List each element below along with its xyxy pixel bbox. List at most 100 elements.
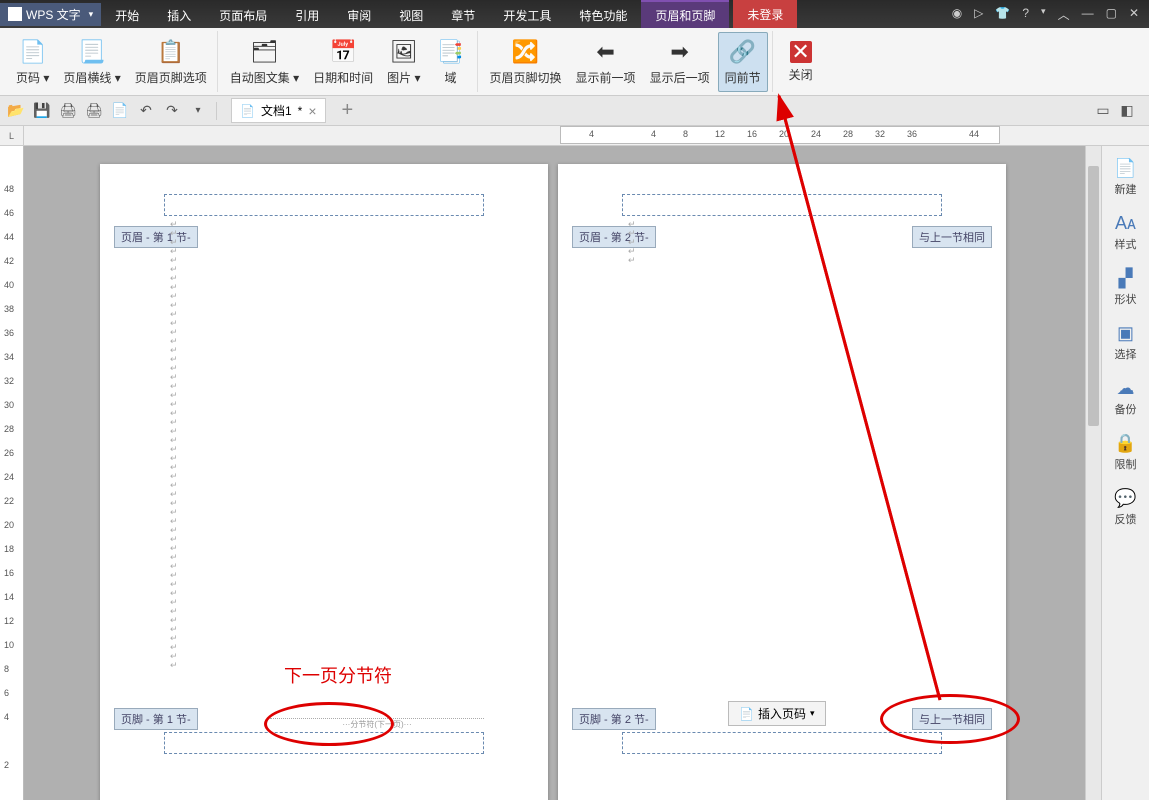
sidepane-new[interactable]: 📄新建 [1106,152,1146,203]
page2-footer-label: 页脚 - 第 2 节- [572,708,656,730]
redo-icon[interactable]: ↷ [162,101,182,121]
vertical-scrollbar[interactable] [1085,146,1101,800]
feedback-icon: 💬 [1114,488,1136,509]
tab-section[interactable]: 章节 [437,0,489,28]
vertical-ruler[interactable]: 48 46 44 42 40 38 36 34 32 30 28 26 24 2… [0,146,24,800]
switch-hf-button[interactable]: 🔀 页眉页脚切换 [484,32,568,92]
page2-header-area[interactable] [622,194,942,216]
doc-icon: 📄 [240,104,255,118]
tab-review[interactable]: 审阅 [333,0,385,28]
options-icon: 📋 [157,38,185,66]
undo-icon[interactable]: ↶ [136,101,156,121]
header-line-button[interactable]: 📃 页眉横线 ▾ [57,32,126,92]
section-break-annotation: 下一页分节符 [284,662,392,688]
auto-gallery-button[interactable]: 🗂 自动图文集 ▾ [224,32,305,92]
indicator-icon[interactable]: ▭ [1093,101,1113,121]
editor-area: 48 46 44 42 40 38 36 34 32 30 28 26 24 2… [0,146,1101,800]
titlebar-right-icons: ◉ ▷ 👕 ? ▾ ︿ — ▢ ✕ [942,6,1149,23]
section-break-marker: ···分节符(下一页)··· [270,718,484,730]
page1-header-area[interactable] [164,194,484,216]
backup-icon: ☁ [1117,378,1135,399]
tab-page-layout[interactable]: 页面布局 [205,0,281,28]
new-doc-icon: 📄 [1114,158,1136,179]
close-icon[interactable]: ✕ [1129,6,1139,23]
shape-icon: ▞ [1119,268,1133,289]
menu-tabs: 开始 插入 页面布局 引用 审阅 视图 章节 开发工具 特色功能 页眉和页脚 未… [101,0,797,28]
ruler-corner[interactable]: L [0,126,24,145]
tab-insert[interactable]: 插入 [153,0,205,28]
pages-container: 页眉 - 第 1 节- ↵↵↵↵↵↵↵↵↵↵↵↵↵↵↵↵↵↵↵↵↵↵↵↵↵↵↵↵… [24,146,1085,800]
sidepane-feedback[interactable]: 💬反馈 [1106,482,1146,533]
new-tab-button[interactable]: + [342,99,354,122]
doc-close-icon[interactable]: × [308,103,316,119]
pn-icon: 📄 [739,707,754,721]
help-dropdown-icon[interactable]: ▾ [1041,6,1046,23]
maximize-icon[interactable]: ▢ [1106,6,1117,23]
next-icon: ➡ [666,38,694,66]
minimize-icon[interactable]: — [1082,6,1094,23]
page2-paragraph-marks: ↵↵↵↵↵ [628,220,636,265]
show-next-button[interactable]: ➡ 显示后一项 [644,32,716,92]
page1-footer-label: 页脚 - 第 1 节- [114,708,198,730]
tab-features[interactable]: 特色功能 [565,0,641,28]
horizontal-ruler[interactable]: 4 4 8 12 16 20 24 28 32 36 44 [560,126,1000,144]
restrict-icon: 🔒 [1114,433,1136,454]
same-as-prev-button[interactable]: 🔗 同前节 [718,32,768,92]
print-icon[interactable]: 📄 [110,101,130,121]
print-direct-icon[interactable]: 🖨 [58,101,78,121]
gallery-icon: 🗂 [250,38,278,66]
document-tab[interactable]: 📄 文档1 * × [231,98,326,123]
picture-button[interactable]: 🖼 图片 ▾ [381,32,426,92]
doc-dirty: * [298,104,303,118]
sidepane-style[interactable]: Aᴀ样式 [1106,207,1146,258]
open-icon[interactable]: 📂 [6,101,26,121]
header-footer-options-button[interactable]: 📋 页眉页脚选项 [129,32,213,92]
ruler-area: L 4 4 8 12 16 20 24 28 32 36 44 [0,126,1149,146]
sidepane-select[interactable]: ▣选择 [1106,317,1146,368]
tab-start[interactable]: 开始 [101,0,153,28]
panel-toggle-icon[interactable]: ◧ [1117,101,1137,121]
close-x-icon: ✕ [790,41,812,63]
sidepane-backup[interactable]: ☁备份 [1106,372,1146,423]
skin-icon[interactable]: ▷ [974,6,983,23]
tab-view[interactable]: 视图 [385,0,437,28]
page-number-icon: 📄 [19,38,47,66]
quick-access-bar: 📂 💾 🖨 🖨 📄 ↶ ↷ ▾ 📄 文档1 * × + ▭ ◧ [0,96,1149,126]
tab-header-footer[interactable]: 页眉和页脚 [641,0,729,28]
page2-header-label: 页眉 - 第 2 节- [572,226,656,248]
date-time-button[interactable]: 📅 日期和时间 [307,32,379,92]
page1-paragraph-marks: ↵↵↵↵↵↵↵↵↵↵↵↵↵↵↵↵↵↵↵↵↵↵↵↵↵↵↵↵↵↵↵↵↵↵↵↵↵↵↵↵… [170,220,178,670]
page2-footer-area[interactable] [622,732,942,754]
restore-up-icon[interactable]: ︿ [1058,6,1070,23]
print-preview-icon[interactable]: 🖨 [84,101,104,121]
page1-footer-area[interactable] [164,732,484,754]
page-1[interactable]: 页眉 - 第 1 节- ↵↵↵↵↵↵↵↵↵↵↵↵↵↵↵↵↵↵↵↵↵↵↵↵↵↵↵↵… [100,164,548,800]
page-number-button[interactable]: 📄 页码 ▾ [10,32,55,92]
tab-dev-tools[interactable]: 开发工具 [489,0,565,28]
save-icon[interactable]: 💾 [32,101,52,121]
tab-reference[interactable]: 引用 [281,0,333,28]
app-dropdown-icon[interactable]: ▾ [89,9,94,20]
doc-name: 文档1 [261,102,292,119]
scrollbar-thumb[interactable] [1088,166,1099,426]
qat-dropdown-icon[interactable]: ▾ [188,101,208,121]
show-prev-button[interactable]: ⬅ 显示前一项 [570,32,642,92]
title-bar: WPS 文字 ▾ 开始 插入 页面布局 引用 审阅 视图 章节 开发工具 特色功… [0,0,1149,28]
page1-header-label: 页眉 - 第 1 节- [114,226,198,248]
sidepane-restrict[interactable]: 🔒限制 [1106,427,1146,478]
link-icon: 🔗 [729,38,757,66]
help-icon[interactable]: ? [1022,6,1029,23]
app-name: WPS 文字 [26,6,81,23]
style-icon: Aᴀ [1115,213,1136,234]
page2-footer-same: 与上一节相同 [912,708,992,730]
insert-page-number-button[interactable]: 📄 插入页码 ▾ [728,701,826,726]
close-hf-button[interactable]: ✕ 关闭 [779,32,823,92]
hanger-icon[interactable]: 👕 [995,6,1010,23]
sidepane-shape[interactable]: ▞形状 [1106,262,1146,313]
sync-icon[interactable]: ◉ [952,6,962,23]
login-button[interactable]: 未登录 [733,0,797,28]
wps-icon [8,7,22,21]
page-2[interactable]: 页眉 - 第 2 节- 与上一节相同 ↵↵↵↵↵ 页脚 - 第 2 节- 与上一… [558,164,1006,800]
field-button[interactable]: 📑 域 [429,32,473,92]
field-icon: 📑 [437,38,465,66]
